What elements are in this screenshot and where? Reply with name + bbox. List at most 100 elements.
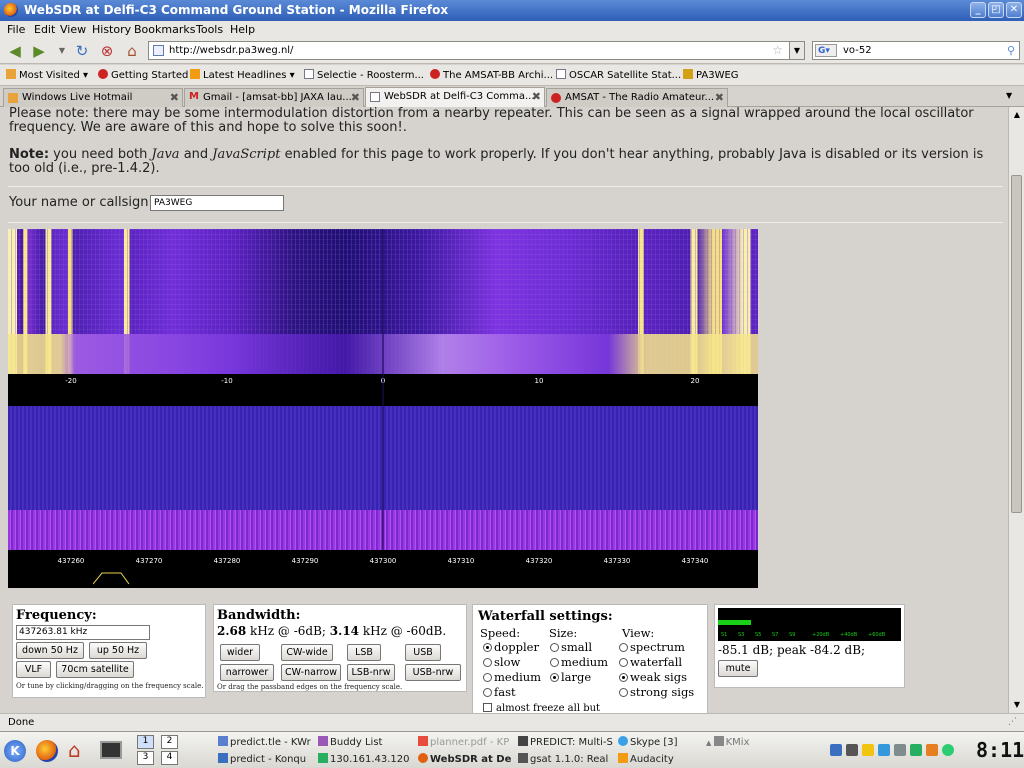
url-bar[interactable]: http://websdr.pa3weg.nl/ ☆ <box>148 41 790 60</box>
menu-bookmarks[interactable]: Bookmarks <box>134 23 195 36</box>
frequency-scale[interactable]: 437260 437270 437280 437290 437300 43731… <box>8 550 758 588</box>
task-buddy-list[interactable]: Buddy List <box>318 736 382 748</box>
desktop-pager-2[interactable]: 2 <box>161 735 178 749</box>
task-ip-address[interactable]: 130.161.43.120 <box>318 753 410 765</box>
menu-help[interactable]: Help <box>230 23 255 36</box>
clipboard-tray-icon[interactable] <box>926 744 938 756</box>
search-input[interactable]: G▾ vo-52 ⚲ <box>812 41 1020 60</box>
bookmark-star-icon[interactable]: ☆ <box>772 43 783 57</box>
view-strong-sigs-radio[interactable]: strong sigs <box>619 685 694 699</box>
page-scrollbar[interactable]: ▲ ▼ <box>1008 107 1024 713</box>
vlf-button[interactable]: VLF <box>16 661 51 678</box>
cw-narrow-button[interactable]: CW-narrow <box>281 664 341 681</box>
desktop-pager-1[interactable]: 1 <box>137 735 154 749</box>
usb-button[interactable]: USB <box>405 644 441 661</box>
maximize-button[interactable]: ◰ <box>988 2 1004 18</box>
bookmark-amsat-bb[interactable]: The AMSAT-BB Archi... <box>430 69 553 81</box>
tab-websdr[interactable]: WebSDR at Delfi-C3 Comma... ✖ <box>365 87 545 107</box>
task-predict-konqueror[interactable]: predict - Konqu <box>218 753 306 765</box>
callsign-input[interactable]: PA3WEG <box>150 195 284 211</box>
bookmark-selectie[interactable]: Selectie - Roosterm... <box>304 69 424 81</box>
mute-button[interactable]: mute <box>718 660 758 677</box>
close-tab-icon[interactable]: ✖ <box>532 90 541 103</box>
scroll-up-icon[interactable]: ▲ <box>1010 108 1024 122</box>
menu-tools[interactable]: Tools <box>196 23 223 36</box>
bluetooth-tray-icon[interactable] <box>878 744 890 756</box>
kde-menu-icon[interactable]: K <box>4 740 26 762</box>
desktop-pager-4[interactable]: 4 <box>161 751 178 765</box>
view-weak-sigs-radio[interactable]: weak sigs <box>619 670 687 684</box>
task-audacity[interactable]: Audacity <box>618 753 674 765</box>
url-dropdown-icon[interactable]: ▼ <box>789 41 805 60</box>
back-icon[interactable]: ◀ <box>5 41 25 61</box>
view-waterfall-radio[interactable]: waterfall <box>619 655 682 669</box>
up-50hz-button[interactable]: up 50 Hz <box>89 642 147 659</box>
scroll-thumb[interactable] <box>1011 175 1022 513</box>
status-tray-icon[interactable] <box>942 744 954 756</box>
bookmark-most-visited[interactable]: Most Visited ▾ <box>6 69 88 81</box>
close-tab-icon[interactable]: ✖ <box>715 91 724 104</box>
cw-wide-button[interactable]: CW-wide <box>281 644 333 661</box>
bookmark-getting-started[interactable]: Getting Started <box>98 69 188 81</box>
search-engine-selector[interactable]: G▾ <box>815 44 837 57</box>
speed-slow-radio[interactable]: slow <box>483 655 520 669</box>
menu-view[interactable]: View <box>60 23 86 36</box>
reload-icon[interactable]: ↻ <box>72 41 92 61</box>
lsb-button[interactable]: LSB <box>347 644 381 661</box>
lsb-narrow-button[interactable]: LSB-nrw <box>347 664 395 681</box>
history-dropdown-icon[interactable]: ▼ <box>52 41 72 61</box>
bookmark-latest-headlines[interactable]: Latest Headlines ▾ <box>190 69 295 81</box>
waterfall-display[interactable]: -20 -10 0 10 20 437260 437270 437280 437… <box>8 229 758 588</box>
firefox-launcher-icon[interactable] <box>36 740 58 762</box>
view-spectrum-radio[interactable]: spectrum <box>619 640 685 654</box>
task-predict-multi[interactable]: PREDICT: Multi-S <box>518 736 613 748</box>
usb-narrow-button[interactable]: USB-nrw <box>405 664 461 681</box>
down-50hz-button[interactable]: down 50 Hz <box>16 642 84 659</box>
home-icon[interactable]: ⌂ <box>122 41 142 61</box>
task-skype[interactable]: Skype [3] <box>618 736 678 748</box>
passband-marker[interactable] <box>93 570 133 586</box>
freeze-checkbox[interactable]: almost freeze all but <box>483 703 600 713</box>
speed-doppler-radio[interactable]: doppler <box>483 640 539 654</box>
task-planner-pdf[interactable]: planner.pdf - KP <box>418 736 509 748</box>
task-predict-tle[interactable]: predict.tle - KWr <box>218 736 311 748</box>
stop-icon[interactable]: ⊗ <box>97 41 117 61</box>
desktop-pager-3[interactable]: 3 <box>137 751 154 765</box>
bookmark-oscar-status[interactable]: OSCAR Satellite Stat... <box>556 69 681 81</box>
signal-tray-icon[interactable] <box>894 744 906 756</box>
speed-medium-radio[interactable]: medium <box>483 670 541 684</box>
tab-gmail[interactable]: M Gmail - [amsat-bb] JAXA lau... ✖ <box>184 88 364 107</box>
bookmark-pa3weg[interactable]: PA3WEG <box>683 69 739 81</box>
menu-edit[interactable]: Edit <box>34 23 55 36</box>
battery-tray-icon[interactable] <box>910 744 922 756</box>
clock[interactable]: 8:11 <box>976 738 1024 762</box>
scroll-down-icon[interactable]: ▼ <box>1010 698 1024 712</box>
search-icon[interactable]: ⚲ <box>1007 44 1015 57</box>
minimize-button[interactable]: _ <box>970 2 986 18</box>
notes-tray-icon[interactable] <box>862 744 874 756</box>
tab-list-icon[interactable]: ▼ <box>1006 91 1012 100</box>
task-kmix[interactable]: ▲ KMix <box>706 736 750 748</box>
tab-hotmail[interactable]: Windows Live Hotmail ✖ <box>3 88 183 107</box>
frequency-input[interactable]: 437263.81 kHz <box>16 625 150 640</box>
narrower-button[interactable]: narrower <box>220 664 274 681</box>
terminal-launcher-icon[interactable] <box>100 741 122 759</box>
size-large-radio[interactable]: large <box>550 670 591 684</box>
size-medium-radio[interactable]: medium <box>550 655 608 669</box>
70cm-satellite-button[interactable]: 70cm satellite <box>56 661 134 678</box>
close-tab-icon[interactable]: ✖ <box>351 91 360 104</box>
size-small-radio[interactable]: small <box>550 640 592 654</box>
window-titlebar[interactable]: WebSDR at Delfi-C3 Command Ground Statio… <box>0 0 1024 21</box>
tab-amsat[interactable]: AMSAT - The Radio Amateur... ✖ <box>546 88 728 107</box>
task-websdr[interactable]: WebSDR at De <box>418 753 511 765</box>
resize-grip-icon[interactable]: ⋰ <box>1008 717 1017 727</box>
home-launcher-icon[interactable]: ⌂ <box>68 738 81 762</box>
forward-icon[interactable]: ▶ <box>29 41 49 61</box>
menu-history[interactable]: History <box>92 23 131 36</box>
wider-button[interactable]: wider <box>220 644 260 661</box>
close-tab-icon[interactable]: ✖ <box>170 91 179 104</box>
volume-tray-icon[interactable] <box>846 744 858 756</box>
task-gsat[interactable]: gsat 1.1.0: Real <box>518 753 608 765</box>
network-tray-icon[interactable] <box>830 744 842 756</box>
close-button[interactable]: ✕ <box>1006 2 1022 18</box>
